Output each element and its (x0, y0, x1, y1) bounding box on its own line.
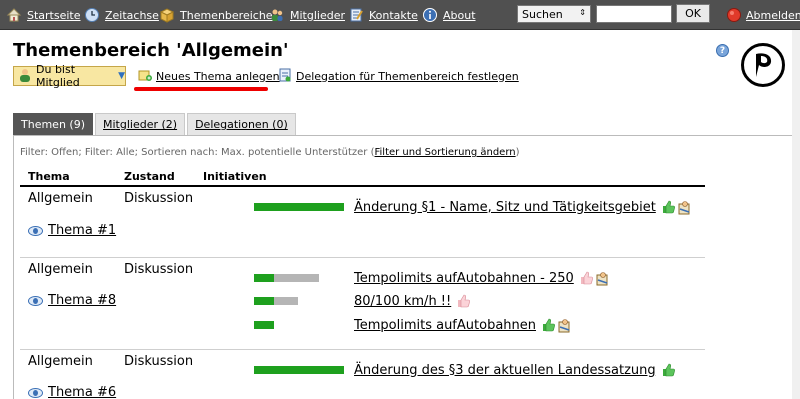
thumbs-up-green-icon (541, 318, 555, 332)
nav-label: Zeitachse (105, 8, 159, 22)
filter-change-link[interactable]: Filter und Sortierung ändern (374, 147, 515, 158)
delegation-person-icon (677, 200, 692, 215)
box-icon (159, 7, 175, 23)
tab-bar: Themen (9) Mitglieder (2) Delegationen (… (13, 113, 296, 135)
table-row: Allgemein Diskussion Thema #1 Änderung §… (20, 187, 705, 258)
thumbs-up-pink-icon (456, 294, 471, 308)
initiative-link[interactable]: 80/100 km/h !! (354, 294, 451, 309)
topics-table: Thema Zustand Initiativen Allgemein Disk… (20, 167, 705, 399)
thumbs-up-green-icon (661, 363, 675, 377)
nav-mitglieder[interactable]: Mitglieder (269, 0, 345, 30)
logout-link[interactable]: Abmelden (726, 0, 800, 30)
table-row: Allgemein Diskussion Thema #6 Änderung d… (20, 350, 705, 399)
nav-label: Themenbereiche (180, 8, 273, 22)
top-navigation-bar: Startseite Zeitachse Themenbereiche Mitg… (0, 0, 800, 30)
eye-icon (28, 295, 43, 306)
support-bar (254, 297, 344, 305)
initiative: Tempolimits aufAutobahnen - 250 (254, 269, 610, 287)
page-title: Themenbereich 'Allgemein' (13, 40, 289, 61)
row-state: Diskussion (124, 262, 194, 277)
nav-startseite[interactable]: Startseite (6, 0, 81, 30)
member-icon (18, 68, 32, 85)
tab-themen[interactable]: Themen (9) (13, 113, 93, 135)
initiative: 80/100 km/h !! (254, 292, 471, 310)
new-folder-icon (138, 68, 152, 85)
initiative-link[interactable]: Tempolimits aufAutobahnen - 250 (354, 271, 574, 286)
new-topic-label: Neues Thema anlegen (156, 69, 280, 83)
logout-icon (726, 7, 742, 23)
initiative: Tempolimits aufAutobahnen (254, 316, 572, 334)
house-icon (6, 7, 22, 23)
delegation-link[interactable]: Delegation für Themenbereich festlegen (278, 67, 519, 85)
vertical-scrollbar[interactable] (792, 30, 800, 399)
row-area: Allgemein (28, 191, 93, 206)
row-area: Allgemein (28, 262, 93, 277)
topic-label: Thema #6 (48, 385, 117, 399)
table-row: Allgemein Diskussion Thema #8 Tempolimit… (20, 258, 705, 350)
help-icon[interactable]: ? (716, 44, 729, 57)
nav-label: About (443, 8, 476, 22)
logout-label: Abmelden (746, 8, 800, 22)
membership-dropdown[interactable]: Du bist Mitglied ▼ (13, 63, 126, 89)
support-bar (254, 274, 344, 282)
support-bar (254, 203, 344, 211)
nav-about[interactable]: About (422, 0, 476, 30)
table-header: Thema Zustand Initiativen (20, 167, 705, 187)
initiative: Änderung §1 - Name, Sitz und Tätigkeitsg… (254, 198, 692, 216)
pirate-party-logo[interactable] (741, 43, 785, 87)
delegation-doc-icon (278, 68, 292, 85)
row-area: Allgemein (28, 354, 93, 369)
support-bar (254, 366, 344, 374)
nav-label: Kontakte (369, 8, 418, 22)
tab-delegationen[interactable]: Delegationen (0) (187, 113, 296, 135)
clock-icon (84, 7, 100, 23)
tab-mitglieder[interactable]: Mitglieder (2) (95, 113, 186, 135)
nav-themenbereiche[interactable]: Themenbereiche (159, 0, 273, 30)
nav-zeitachse[interactable]: Zeitachse (84, 0, 159, 30)
support-bar (254, 321, 344, 329)
select-arrows-icon: ⇕ (579, 8, 586, 17)
filter-line: Filter: Offen; Filter: Alle; Sortieren n… (20, 147, 520, 158)
eye-icon (28, 387, 43, 398)
new-topic-link[interactable]: Neues Thema anlegen (138, 67, 280, 85)
delegation-person-icon (557, 318, 572, 333)
ok-button[interactable]: OK (676, 4, 710, 23)
membership-label: Du bist Mitglied (36, 63, 80, 89)
thumbs-up-green-icon (661, 200, 675, 214)
row-state: Diskussion (124, 354, 194, 369)
search-select-value: Suchen (522, 7, 563, 21)
header-zustand: Zustand (124, 170, 175, 183)
nav-label: Startseite (27, 8, 81, 22)
filter-text: Filter: Offen; Filter: Alle; Sortieren n… (20, 147, 375, 158)
red-highlight-underline (134, 87, 268, 91)
info-icon (422, 7, 438, 23)
topic-link[interactable]: Thema #6 (28, 385, 116, 399)
nav-kontakte[interactable]: Kontakte (348, 0, 418, 30)
header-initiativen: Initiativen (203, 170, 267, 183)
row-state: Diskussion (124, 191, 194, 206)
filter-close: ) (515, 147, 520, 158)
topic-link[interactable]: Thema #1 (28, 223, 116, 238)
topic-link[interactable]: Thema #8 (28, 293, 116, 308)
initiative-link[interactable]: Änderung des §3 der aktuellen Landessatz… (354, 363, 656, 378)
topic-label: Thema #8 (48, 293, 117, 308)
initiative-link[interactable]: Tempolimits aufAutobahnen (354, 318, 536, 333)
notebook-icon (348, 7, 364, 23)
chevron-down-icon: ▼ (118, 71, 125, 81)
header-thema: Thema (28, 170, 70, 183)
thumbs-up-pink-icon (579, 271, 593, 285)
topic-label: Thema #1 (48, 223, 117, 238)
initiative-link[interactable]: Änderung §1 - Name, Sitz und Tätigkeitsg… (354, 200, 656, 215)
initiative: Änderung des §3 der aktuellen Landessatz… (254, 361, 675, 379)
delegation-label: Delegation für Themenbereich festlegen (296, 69, 519, 83)
nav-label: Mitglieder (290, 8, 345, 22)
search-input[interactable] (596, 5, 672, 23)
people-icon (269, 7, 285, 23)
search-select[interactable]: Suchen ⇕ (517, 5, 591, 23)
eye-icon (28, 225, 43, 236)
delegation-person-icon (595, 271, 610, 286)
